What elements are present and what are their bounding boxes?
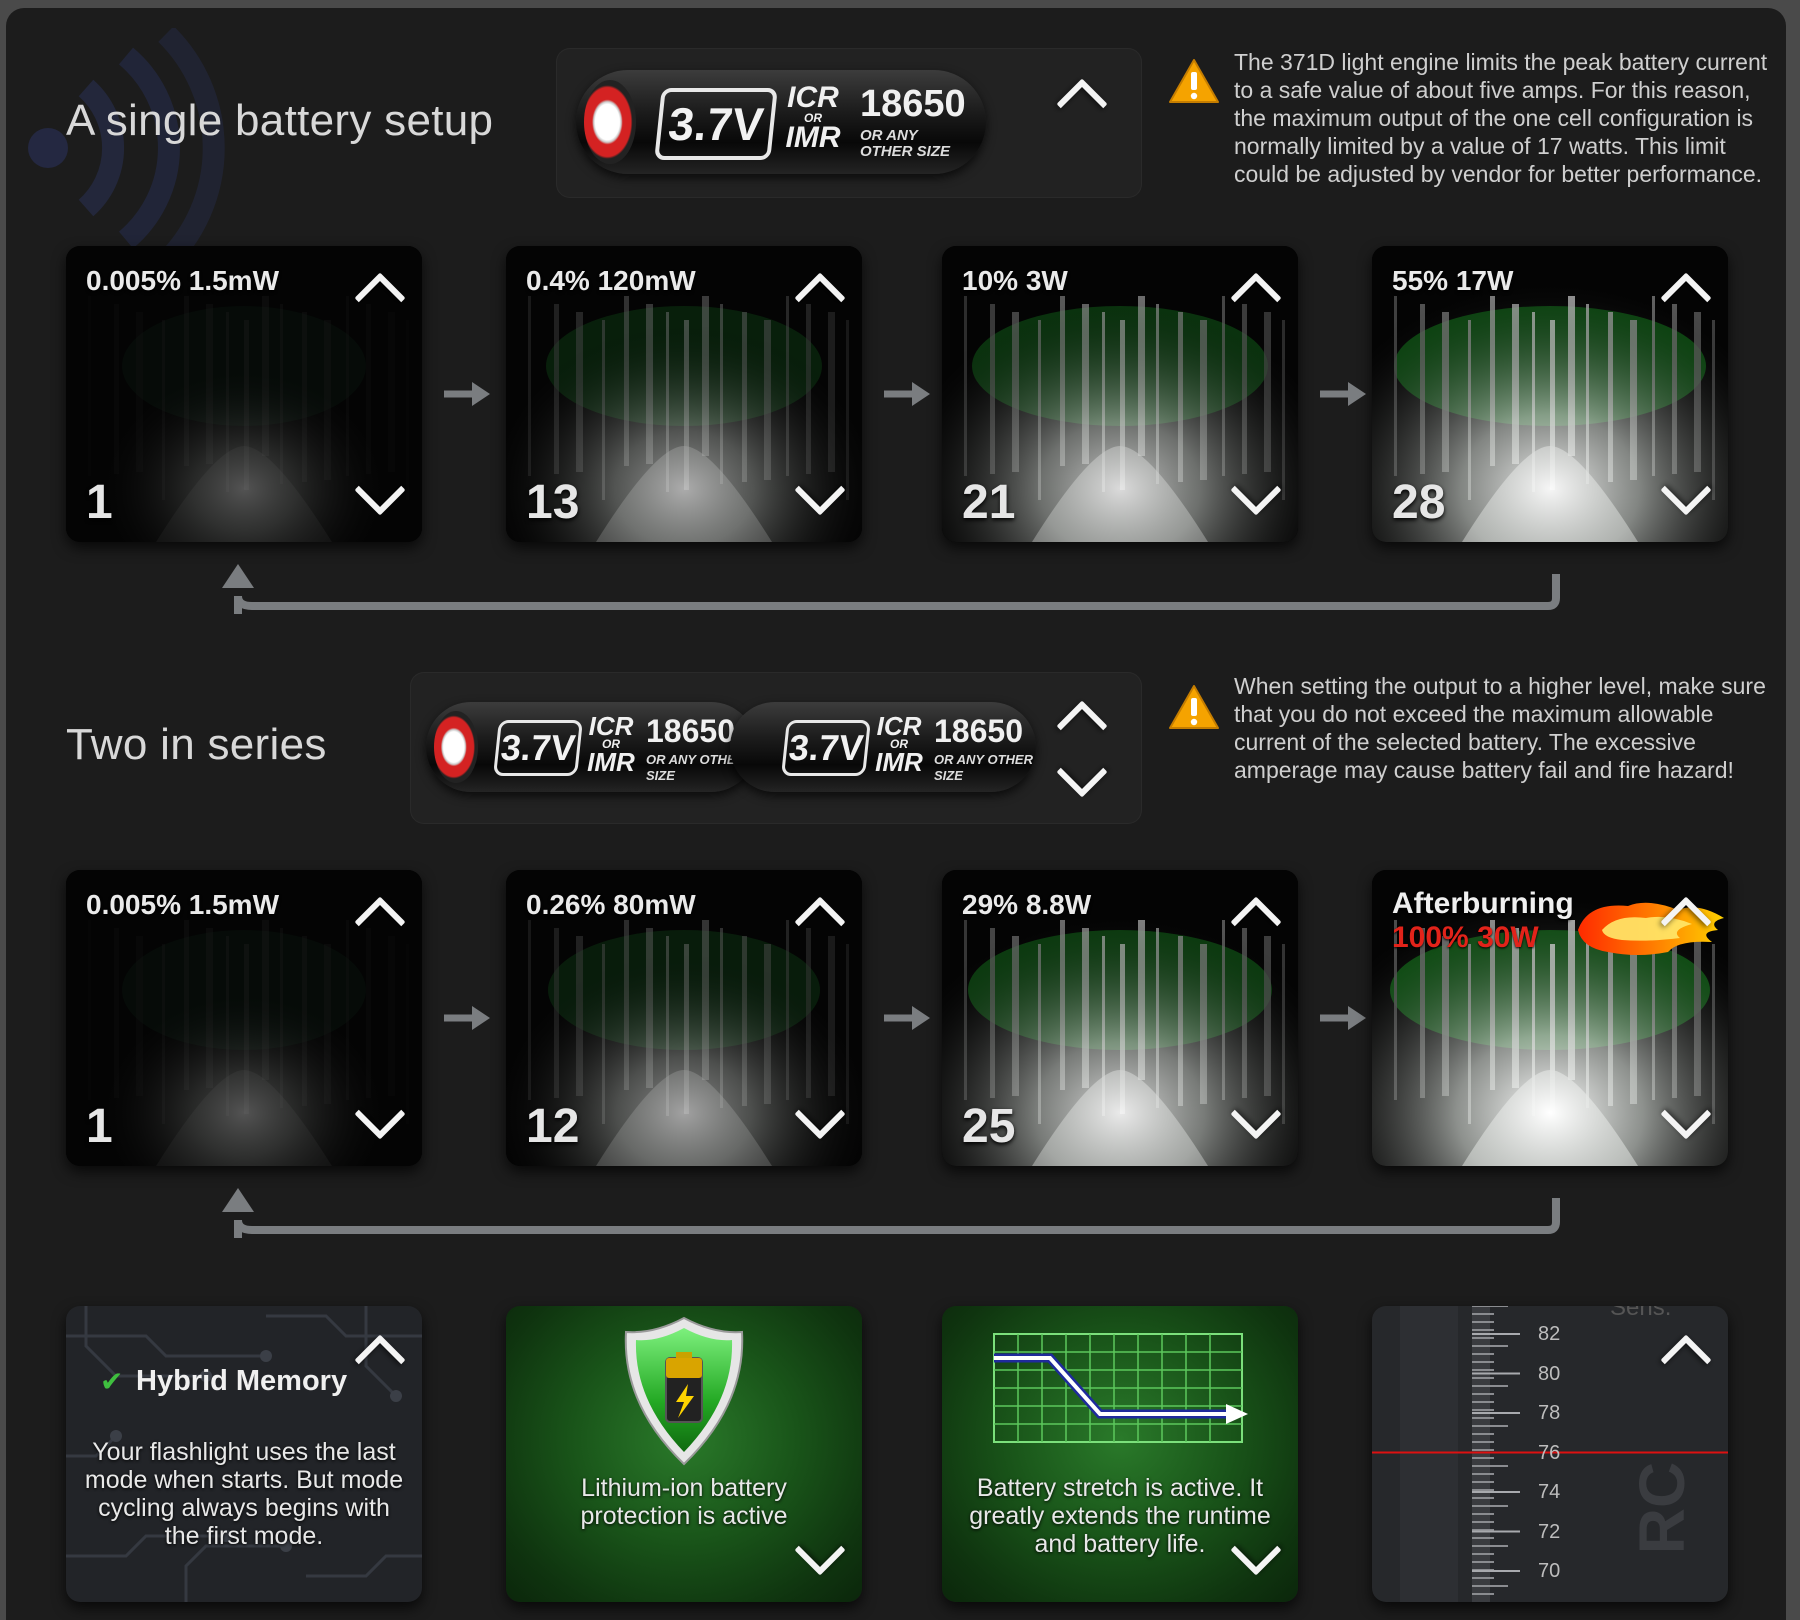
tile-battery-stretch[interactable]: Battery stretch is active. It greatly ex… xyxy=(942,1306,1298,1602)
warning-icon xyxy=(1169,59,1219,103)
hybrid-memory-title: Hybrid Memory xyxy=(136,1365,348,1397)
mode-number: 13 xyxy=(526,476,580,529)
mode-number: 21 xyxy=(962,476,1016,529)
battery-chem-bottom: IMR xyxy=(785,121,841,154)
chevron-down-icon[interactable] xyxy=(794,1524,846,1576)
afterburning-title: Afterburning xyxy=(1392,887,1574,920)
stretch-text: Battery stretch is active. It greatly ex… xyxy=(969,1474,1271,1558)
battery-cap xyxy=(434,711,478,783)
mode-number: 25 xyxy=(962,1100,1016,1153)
battery-voltage: 3.7V xyxy=(493,720,583,776)
mode-tile[interactable]: 0.005% 1.5mW 1 xyxy=(66,246,422,542)
arrow-right-icon xyxy=(884,382,930,406)
ruler-tick-label: 82 xyxy=(1538,1323,1561,1345)
chevron-up-icon[interactable] xyxy=(1056,78,1108,130)
tile-battery-protection[interactable]: Lithium-ion battery protection is active xyxy=(506,1306,862,1602)
loop-arrow-icon xyxy=(222,564,1560,614)
mode-tile[interactable]: 0.4% 120mW 13 xyxy=(506,246,862,542)
mode-output-label: 55% 17W xyxy=(1392,265,1514,296)
app-frame: A single battery setup 3.7V ICR OR IMR 1… xyxy=(6,8,1786,1620)
mode-output-label: 0.005% 1.5mW xyxy=(86,889,279,920)
mode-output-label: 0.4% 120mW xyxy=(526,265,696,296)
arrow-right-icon xyxy=(444,382,490,406)
warning-icon xyxy=(1169,685,1219,729)
mode-tile-afterburning[interactable]: Afterburning 100% 30W xyxy=(1372,870,1728,1166)
tile-hybrid-memory[interactable]: ✔ Hybrid Memory Your flashlight uses the… xyxy=(66,1306,422,1602)
ruler-tick-label: 80 xyxy=(1538,1362,1561,1385)
mode-number: 1 xyxy=(86,1100,113,1153)
battery-cap xyxy=(584,80,636,164)
battery-panel-series: 3.7V ICR OR IMR 18650 OR ANY OTHER SIZE … xyxy=(410,672,1142,824)
mode-output-label: 10% 3W xyxy=(962,265,1068,296)
battery-18650-first: 3.7V ICR OR IMR 18650 OR ANY OTHER SIZE xyxy=(426,702,756,792)
loop-arrow-icon xyxy=(222,1188,1560,1238)
battery-other-size: OR ANY OTHER SIZE xyxy=(934,752,1033,783)
watermark-logo: RC xyxy=(1626,1461,1699,1555)
stretch-graph-icon xyxy=(993,1333,1248,1443)
mode-number: 28 xyxy=(1392,476,1446,529)
battery-shield-icon xyxy=(624,1316,744,1466)
check-icon: ✔ xyxy=(100,1365,124,1398)
battery-chem-bottom: IMR xyxy=(587,747,635,777)
warning-text-series: When setting the output to a higher leve… xyxy=(1234,673,1766,783)
mode-output-label: 29% 8.8W xyxy=(962,889,1092,920)
mode-tile[interactable]: 55% 17W 28 xyxy=(1372,246,1728,542)
battery-chem-bottom: IMR xyxy=(875,747,923,777)
battery-other-size: OR ANY OTHER SIZE xyxy=(860,127,951,160)
mode-tile[interactable]: 0.005% 1.5mW 1 xyxy=(66,870,422,1166)
battery-chemistry: ICR OR IMR xyxy=(780,81,846,154)
battery-voltage: 3.7V xyxy=(654,88,778,160)
ruler-tick-label: 72 xyxy=(1538,1520,1561,1543)
arrow-right-icon xyxy=(884,1006,930,1030)
mode-tile[interactable]: 10% 3W 21 xyxy=(942,246,1298,542)
ruler-tick-label: 74 xyxy=(1538,1481,1561,1503)
mode-number: 12 xyxy=(526,1100,580,1153)
battery-chemistry: ICR OR IMR xyxy=(872,713,926,777)
protection-text: Lithium-ion battery protection is active xyxy=(580,1474,788,1530)
chevron-up-icon[interactable] xyxy=(1056,700,1108,752)
mode-output-label: 0.005% 1.5mW xyxy=(86,265,279,296)
section-title-single: A single battery setup xyxy=(66,96,494,145)
battery-voltage: 3.7V xyxy=(781,720,871,776)
section-title-series: Two in series xyxy=(66,720,327,769)
hybrid-memory-text: Your flashlight uses the last mode when … xyxy=(84,1438,404,1550)
chevron-down-icon[interactable] xyxy=(1056,746,1108,798)
ruler-tick-label: 76 xyxy=(1538,1441,1561,1464)
ruler-tick-label: 70 xyxy=(1538,1560,1561,1582)
battery-chem-top: ICR xyxy=(787,81,839,114)
tile-sensitivity[interactable]: Sens. 82 80 78 76 74 72 70 RC xyxy=(1372,1306,1728,1602)
arrow-right-icon xyxy=(1320,382,1366,406)
battery-size: 18650 xyxy=(860,83,966,125)
battery-18650-second: 3.7V ICR OR IMR 18650 OR ANY OTHER SIZE xyxy=(730,702,1036,792)
battery-size: 18650 xyxy=(934,713,1023,749)
afterburning-label: 100% 30W xyxy=(1392,921,1539,954)
ruler-tick-label: 78 xyxy=(1538,1402,1561,1424)
warning-text-single: The 371D light engine limits the peak ba… xyxy=(1234,49,1768,187)
mode-output-label: 0.26% 80mW xyxy=(526,889,696,920)
battery-18650: 3.7V ICR OR IMR 18650 OR ANY OTHER SIZE xyxy=(576,70,986,174)
battery-chemistry: ICR OR IMR xyxy=(584,713,638,777)
arrow-right-icon xyxy=(444,1006,490,1030)
arrow-right-icon xyxy=(1320,1006,1366,1030)
mode-number: 1 xyxy=(86,476,113,529)
mode-tile[interactable]: 29% 8.8W 25 xyxy=(942,870,1298,1166)
mode-tile[interactable]: 0.26% 80mW 12 xyxy=(506,870,862,1166)
battery-panel-single: 3.7V ICR OR IMR 18650 OR ANY OTHER SIZE xyxy=(556,48,1142,198)
battery-size: 18650 xyxy=(646,713,735,749)
